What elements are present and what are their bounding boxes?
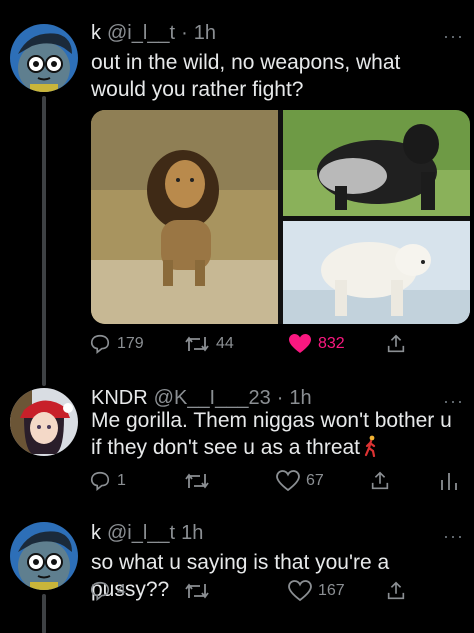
like-count: 167	[318, 582, 345, 599]
reply-count: 1	[117, 472, 126, 489]
avatar[interactable]	[10, 388, 78, 456]
tweet-actions: 179 44 832	[89, 333, 464, 363]
tweet-text: Me gorilla. Them niggas won't bother u i…	[91, 407, 456, 461]
retweet-button[interactable]	[184, 580, 216, 602]
analytics-icon	[441, 473, 457, 490]
heart-icon	[288, 580, 312, 602]
retweet-icon	[185, 583, 209, 599]
retweet-icon	[185, 336, 209, 352]
user-handle[interactable]: @i_l__t	[107, 22, 175, 45]
tweet-header: k @i_l__t · 1h	[91, 22, 216, 45]
analytics-button[interactable]	[439, 470, 459, 492]
share-icon	[387, 581, 405, 600]
polar-bear-photo[interactable]	[283, 221, 470, 324]
heart-icon	[276, 470, 300, 492]
share-button[interactable]	[385, 333, 407, 355]
like-button[interactable]: 67	[276, 470, 324, 492]
share-button[interactable]	[385, 580, 407, 602]
thread-line	[42, 594, 46, 633]
media-grid[interactable]	[91, 110, 470, 324]
more-icon[interactable]: ···	[443, 526, 464, 547]
timestamp[interactable]: 1h	[181, 522, 203, 545]
reply-icon	[90, 334, 110, 354]
display-name[interactable]: k	[91, 22, 101, 45]
display-name[interactable]: k	[91, 522, 101, 545]
retweet-icon	[185, 473, 209, 489]
share-icon	[371, 471, 389, 490]
retweet-button[interactable]: 44	[184, 333, 234, 355]
gorilla-photo[interactable]	[283, 110, 470, 216]
avatar[interactable]	[10, 24, 78, 92]
share-icon	[387, 334, 405, 353]
share-button[interactable]	[369, 470, 391, 492]
reply-icon	[90, 471, 110, 491]
retweet-button[interactable]	[184, 470, 216, 492]
tweet-1[interactable]: k @i_l__t · 1h ··· out in the wild, no w…	[0, 0, 474, 386]
tweet-text: out in the wild, no weapons, what would …	[91, 51, 401, 101]
tweet-header: k @i_l__t 1h	[91, 522, 203, 545]
more-icon[interactable]: ···	[443, 26, 464, 47]
avatar[interactable]	[10, 522, 78, 590]
like-button[interactable]: 167	[288, 580, 345, 602]
reply-count: 179	[117, 335, 144, 352]
reply-count: 4	[117, 582, 126, 599]
like-count: 832	[318, 335, 345, 352]
thread-line	[42, 96, 46, 386]
tweet-actions: 1 67	[89, 470, 464, 500]
timestamp[interactable]: 1h	[194, 22, 216, 45]
reply-button[interactable]: 4	[89, 580, 126, 602]
like-count: 67	[306, 472, 324, 489]
tweet-actions: 4 167	[89, 580, 464, 610]
retweet-count: 44	[216, 335, 234, 352]
heart-icon	[289, 334, 311, 353]
tweet-2[interactable]: KNDR @K__I___23 · 1h ··· Me gorilla. The…	[0, 370, 474, 510]
reply-icon	[90, 581, 110, 601]
like-button[interactable]: 832	[288, 333, 345, 355]
tweet-3[interactable]: k @i_l__t 1h ··· so what u saying is tha…	[0, 510, 474, 633]
reply-button[interactable]: 1	[89, 470, 126, 492]
tweet-text-content: Me gorilla. Them niggas won't bother u i…	[91, 409, 452, 459]
user-handle[interactable]: @i_l__t	[107, 522, 175, 545]
reply-button[interactable]: 179	[89, 333, 144, 355]
man-walking-emoji	[364, 435, 376, 457]
lion-photo[interactable]	[91, 110, 278, 324]
separator-dot: ·	[181, 22, 188, 44]
